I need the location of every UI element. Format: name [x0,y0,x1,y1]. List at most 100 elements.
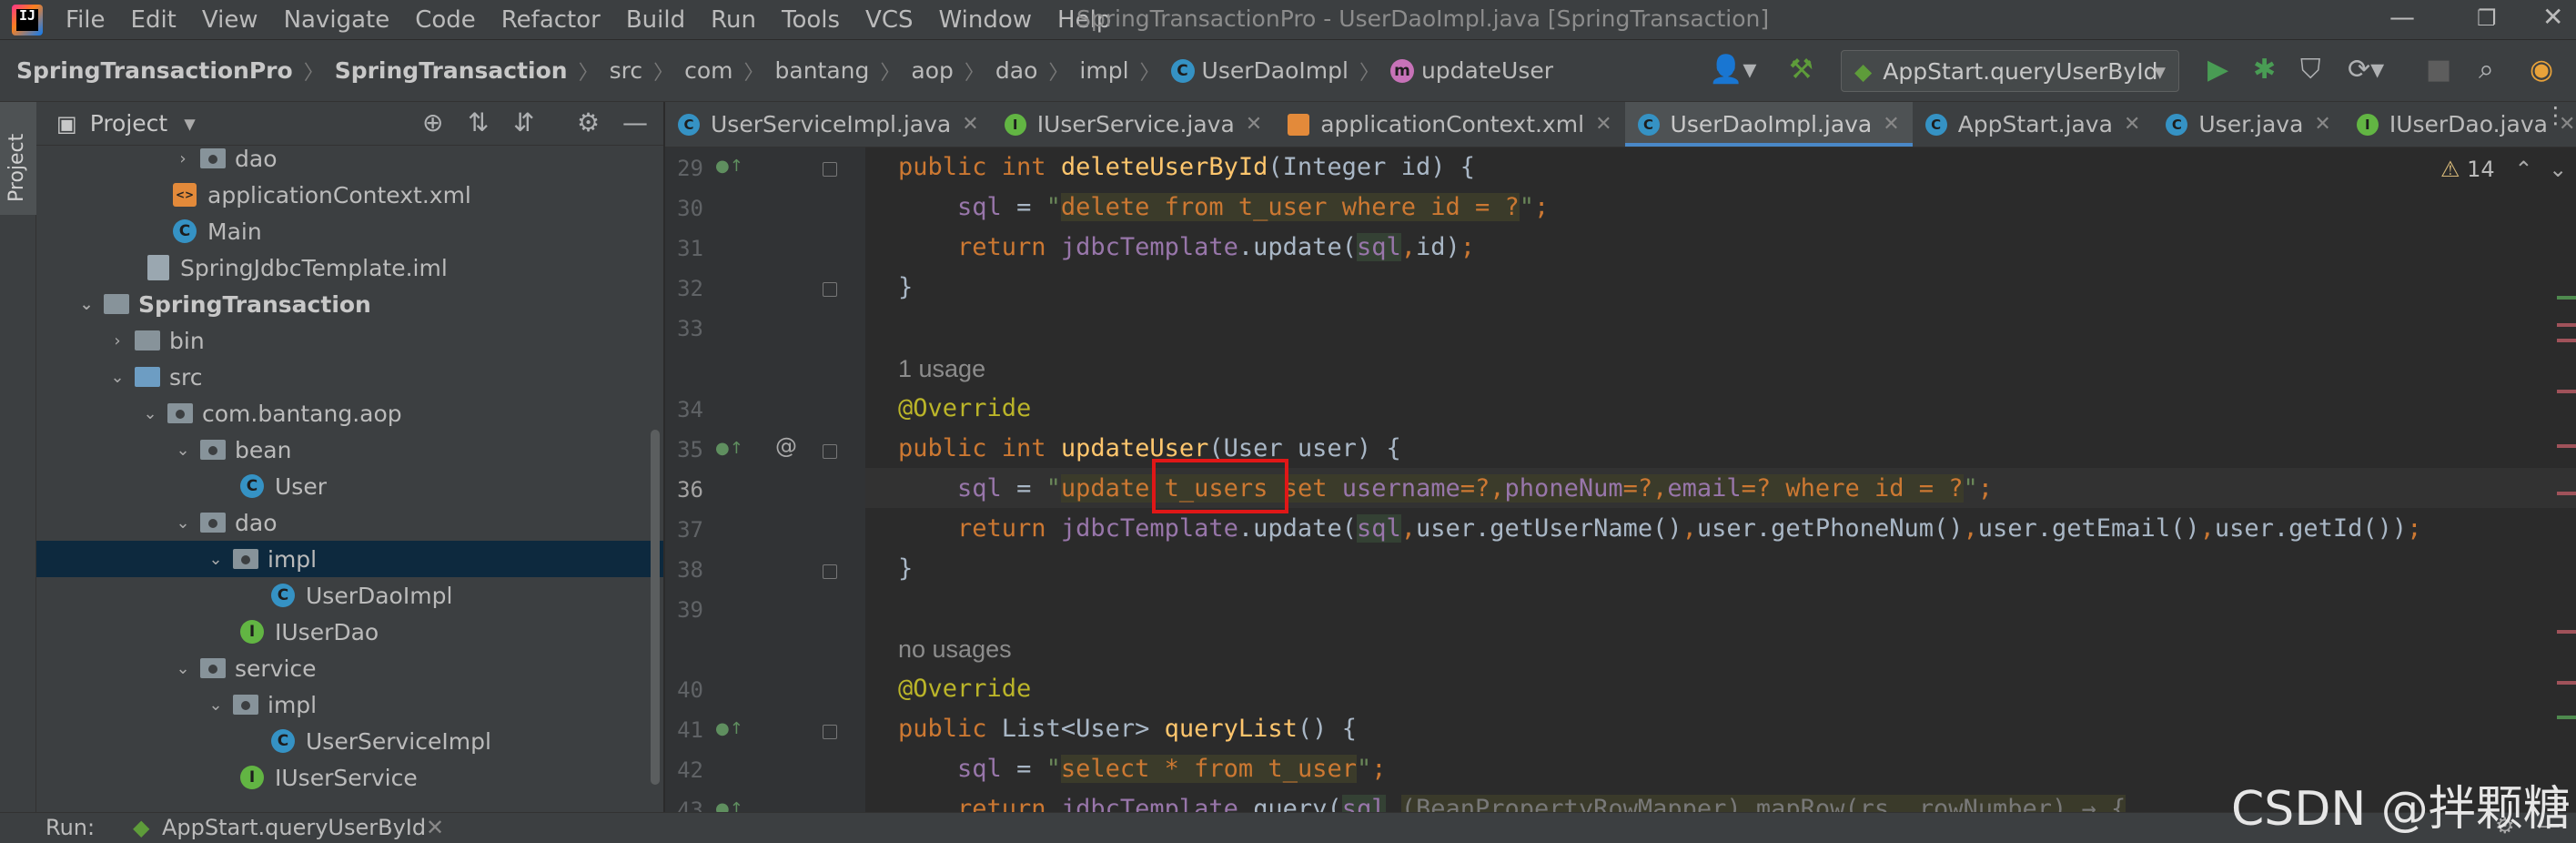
stripe-mark[interactable] [2557,339,2576,342]
close-icon[interactable]: ✕ [1246,113,1262,136]
project-scrollbar[interactable] [651,430,660,785]
tree-item[interactable]: › dao [36,140,663,177]
tree-item[interactable]: <> applicationContext.xml [36,177,663,213]
crumb-bantang[interactable]: bantang [775,57,870,84]
crumb-module[interactable]: SpringTransaction [335,57,568,84]
chevron-down-icon[interactable]: ⌄ [206,550,226,569]
tree-item[interactable]: ⌄ src [36,359,663,395]
profile-icon[interactable]: ⟳▾ [2348,55,2384,86]
chevron-down-icon[interactable]: ⌄ [76,295,96,314]
annotation-icon[interactable]: @ [775,433,797,459]
run-icon[interactable]: ▶ [2207,55,2228,86]
fold-icon[interactable] [823,444,837,459]
menu-vcs[interactable]: VCS [865,6,913,34]
menu-build[interactable]: Build [626,6,685,34]
tree-item[interactable]: ⌄ bean [36,432,663,468]
usages-hint[interactable]: no usages [898,635,1012,664]
minimize-button[interactable]: — [2389,2,2415,32]
stripe-mark[interactable] [2557,444,2576,448]
chevron-down-icon[interactable]: ⌄ [173,513,193,533]
crumb-project[interactable]: SpringTransactionPro [16,57,293,84]
chevron-down-icon[interactable]: ⌄ [173,441,193,460]
search-icon[interactable]: ⌕ [2479,55,2494,86]
maximize-button[interactable]: ❐ [2477,5,2497,31]
close-button[interactable]: ✕ [2542,2,2563,32]
chevron-down-icon[interactable]: ⌄ [107,368,127,387]
menu-navigate[interactable]: Navigate [284,6,390,34]
tree-item[interactable]: I IUserService [36,759,663,796]
tab-userserviceimpl[interactable]: C UserServiceImpl.java ✕ [665,102,992,147]
tab-appstart[interactable]: C AppStart.java ✕ [1913,102,2154,147]
crumb-aop[interactable]: aop [911,57,953,84]
menu-window[interactable]: Window [939,6,1033,34]
run-tab[interactable]: AppStart.queryUserById [162,815,426,840]
build-hammer-icon[interactable]: ⚒ [1789,55,1813,86]
chevron-down-icon[interactable]: ⌄ [206,696,226,715]
project-tool-tab[interactable]: Project [0,102,36,215]
hide-icon[interactable]: — [622,107,648,137]
tree-item[interactable]: ⌄ impl [36,686,663,723]
tree-item[interactable]: I IUserDao [36,614,663,650]
crumb-method[interactable]: updateUser [1421,57,1553,84]
menu-refactor[interactable]: Refactor [501,6,601,34]
expand-all-icon[interactable]: ⇅ [468,107,489,137]
usages-hint[interactable]: 1 usage [898,355,985,383]
close-icon[interactable]: ✕ [962,113,978,136]
crumb-impl[interactable]: impl [1079,57,1128,84]
fold-icon[interactable] [823,725,837,739]
next-highlight-icon[interactable]: ⌄ [2549,157,2567,182]
stripe-mark[interactable] [2557,716,2576,719]
stripe-mark[interactable] [2557,390,2576,393]
menu-edit[interactable]: Edit [131,6,177,34]
tree-item[interactable]: ⌄ com.bantang.aop [36,395,663,432]
chevron-down-icon[interactable]: ⌄ [173,659,193,678]
tab-userdaoimpl[interactable]: C UserDaoImpl.java ✕ [1624,102,1913,147]
run-configuration-select[interactable]: ◆ AppStart.queryUserById ▾ [1841,50,2179,92]
more-tabs-icon[interactable]: ⋮ [2535,102,2576,128]
chevron-right-icon[interactable]: › [173,149,193,168]
tab-user[interactable]: C User.java ✕ [2153,102,2343,147]
previous-highlight-icon[interactable]: ⌃ [2514,157,2532,182]
implements-icon[interactable]: ●↑ [715,719,743,738]
close-icon[interactable]: ✕ [1883,113,1899,136]
gear-icon[interactable]: ⚙ [577,107,600,137]
locate-icon[interactable]: ⊕ [422,107,443,137]
tree-item[interactable]: C UserDaoImpl [36,577,663,614]
crumb-dao[interactable]: dao [995,57,1037,84]
tree-item[interactable]: C Main [36,213,663,249]
chevron-down-icon[interactable]: ▾ [184,110,196,137]
close-icon[interactable]: ✕ [426,815,444,840]
crumb-com[interactable]: com [684,57,732,84]
menu-view[interactable]: View [202,6,258,34]
tree-item[interactable]: › bin [36,322,663,359]
stripe-mark[interactable] [2557,681,2576,685]
tab-applicationcontext[interactable]: applicationContext.xml ✕ [1275,102,1624,147]
tree-item[interactable]: ⌄ SpringTransaction [36,286,663,322]
close-icon[interactable]: ✕ [1595,113,1611,136]
debug-icon[interactable]: ✱ [2253,55,2276,86]
stop-icon[interactable]: ■ [2426,55,2451,86]
tree-item[interactable]: SpringJdbcTemplate.iml [36,249,663,286]
chevron-down-icon[interactable]: ⌄ [140,404,160,423]
menu-tools[interactable]: Tools [782,6,840,34]
menu-code[interactable]: Code [415,6,476,34]
chevron-right-icon[interactable]: › [107,331,127,350]
menu-run[interactable]: Run [711,6,756,34]
fold-icon[interactable] [823,282,837,297]
tab-iuserservice[interactable]: I IUserService.java ✕ [992,102,1276,147]
collapse-all-icon[interactable]: ⇵ [513,107,534,137]
menu-file[interactable]: File [66,6,106,34]
tree-item-selected[interactable]: ⌄ impl [36,541,663,577]
coverage-icon[interactable]: ⛉ [2300,55,2321,86]
crumb-src[interactable]: src [610,57,643,84]
inspection-widget[interactable]: ⚠ 14 ⌃ ⌄ [2440,157,2567,182]
fold-icon[interactable] [823,162,837,177]
stripe-mark[interactable] [2557,323,2576,327]
implements-icon[interactable]: ●↑ [715,439,743,458]
close-icon[interactable]: ✕ [2314,113,2330,136]
crumb-class[interactable]: UserDaoImpl [1202,57,1349,84]
close-icon[interactable]: ✕ [2124,113,2140,136]
tree-item[interactable]: ⌄ service [36,650,663,686]
user-icon[interactable]: 👤▾ [1709,55,1756,86]
tree-item[interactable]: ⌄ dao [36,504,663,541]
